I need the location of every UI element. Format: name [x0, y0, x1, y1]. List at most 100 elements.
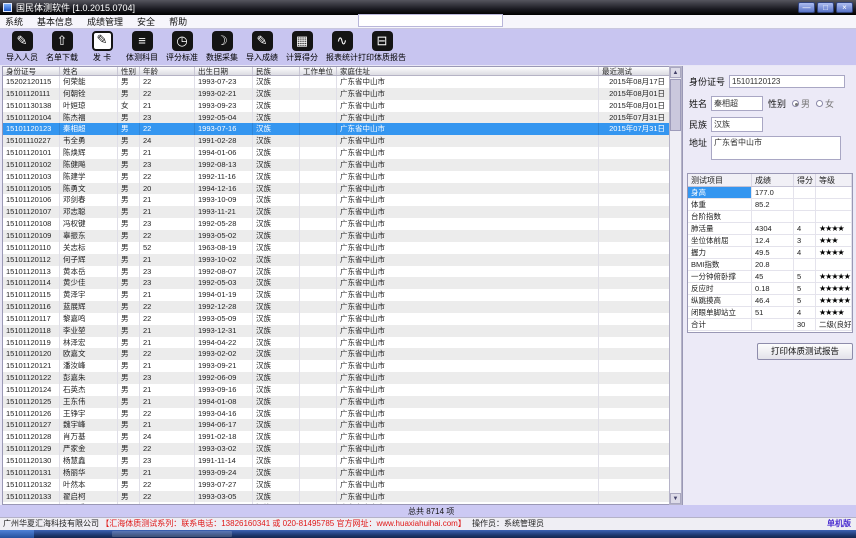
id-field[interactable]: 15101120123 [729, 75, 845, 88]
scrollbar-thumb[interactable] [670, 79, 681, 131]
table-row[interactable]: 15101120122彭嘉朱男231992-06-09汉族广东省中山市 [3, 372, 681, 384]
result-cell: 4304 [752, 223, 794, 234]
result-row[interactable]: 一分钟俯卧撑455★★★★★ [688, 271, 852, 283]
table-row[interactable]: 15101120115黄泽宇男211994-01-19汉族广东省中山市 [3, 289, 681, 301]
start-button[interactable] [0, 530, 34, 538]
toolbar-button-2[interactable]: ⇧名单下载 [42, 31, 82, 64]
result-row[interactable]: 肺活量43044★★★★ [688, 223, 852, 235]
menu-item-帮助[interactable]: 帮助 [169, 15, 187, 28]
title-bar[interactable]: 国民体测软件 [1.0.2015.0704] — □ × [0, 0, 856, 15]
column-header-9[interactable]: 最近测试 [599, 67, 671, 75]
table-row[interactable]: 15101120121潘汝峰男211993-09-21汉族广东省中山市 [3, 360, 681, 372]
name-field[interactable]: 秦相超 [711, 96, 763, 111]
table-cell: 22 [140, 443, 195, 455]
table-row[interactable]: 15101120125王东伟男211994-01-08汉族广东省中山市 [3, 396, 681, 408]
scroll-up-icon[interactable]: ▲ [670, 67, 681, 78]
table-row[interactable]: 15101120107邓志聪男211993-11-21汉族广东省中山市 [3, 206, 681, 218]
result-row[interactable]: BMI指数20.8 [688, 259, 852, 271]
result-row[interactable]: 纵跳摸高46.45★★★★★ [688, 295, 852, 307]
table-row[interactable]: 15202120115何荣能男221993-07-23汉族广东省中山市2015年… [3, 76, 681, 88]
table-row[interactable]: 15101120111何朝铨男221993-02-21汉族广东省中山市2015年… [3, 88, 681, 100]
menu-item-系统[interactable]: 系统 [5, 15, 23, 28]
table-row[interactable]: 15101120105陈勇文男201994-12-16汉族广东省中山市 [3, 183, 681, 195]
table-row[interactable]: 15101120108冯权键男231992-05-28汉族广东省中山市 [3, 218, 681, 230]
column-header-7[interactable]: 工作单位 [300, 67, 337, 75]
table-row[interactable]: 15101130138叶姮琼女211993-09-23汉族广东省中山市2015年… [3, 100, 681, 112]
ethnic-field[interactable]: 汉族 [711, 117, 763, 132]
print-test-report-button[interactable]: 打印体质测试报告 [757, 343, 853, 360]
column-header-1[interactable]: 身份证号 [3, 67, 60, 75]
result-row[interactable]: 身高177.0 [688, 187, 852, 199]
result-row[interactable]: 反应时0.185★★★★★ [688, 283, 852, 295]
table-row[interactable]: 15101120126王铮宇男221993-04-16汉族广东省中山市 [3, 408, 681, 420]
menu-item-成绩管理[interactable]: 成绩管理 [87, 15, 123, 28]
table-row[interactable]: 15101120114黄少佳男231992-05-03汉族广东省中山市 [3, 277, 681, 289]
toolbar-button-7[interactable]: ✎导入成绩 [242, 31, 282, 64]
table-row[interactable]: 15101120131杨丽华男211993-09-24汉族广东省中山市 [3, 467, 681, 479]
table-row[interactable]: 15101120102陈健飚男231992-08-13汉族广东省中山市 [3, 159, 681, 171]
table-row[interactable]: 15101120112何子辉男211993-10-02汉族广东省中山市 [3, 254, 681, 266]
table-row[interactable]: 15101120103陈建学男221992-11-16汉族广东省中山市 [3, 171, 681, 183]
column-header-8[interactable]: 家庭住址 [337, 67, 599, 75]
toolbar-button-10[interactable]: ⊟打印体质报告 [362, 31, 402, 64]
toolbar-button-5[interactable]: ◷评分标准 [162, 31, 202, 64]
column-header-4[interactable]: 年龄 [140, 67, 195, 75]
result-row[interactable]: 台阶指数 [688, 211, 852, 223]
table-cell [300, 479, 337, 491]
table-cell: 52 [140, 242, 195, 254]
table-cell: 男 [118, 313, 140, 325]
taskbar-items[interactable] [112, 531, 232, 537]
search-input[interactable] [358, 14, 503, 27]
column-header-6[interactable]: 民族 [253, 67, 300, 75]
table-cell: 汉族 [253, 455, 300, 467]
table-row[interactable]: 15101120117黎嘉鸣男221993-05-09汉族广东省中山市 [3, 313, 681, 325]
toolbar-button-1[interactable]: ✎导入人员 [2, 31, 42, 64]
table-row[interactable]: 15101120110关志标男521963-08-19汉族广东省中山市 [3, 242, 681, 254]
toolbar-button-8[interactable]: ▦计算得分 [282, 31, 322, 64]
column-header-2[interactable]: 姓名 [60, 67, 118, 75]
address-field[interactable]: 广东省中山市 [711, 136, 841, 160]
table-row[interactable]: 15101120128肖万基男241991-02-18汉族广东省中山市 [3, 431, 681, 443]
column-header-3[interactable]: 性别 [118, 67, 140, 75]
table-row[interactable]: 15101110227韦全勇男241991-02-28汉族广东省中山市 [3, 135, 681, 147]
table-cell: 广东省中山市 [337, 491, 599, 503]
close-button[interactable]: × [836, 2, 853, 13]
table-row[interactable]: 15101120120欧嘉文男221993-02-02汉族广东省中山市 [3, 348, 681, 360]
menu-item-基本信息[interactable]: 基本信息 [37, 15, 73, 28]
toolbar-button-6[interactable]: ☽数据采集 [202, 31, 242, 64]
table-cell: 1992-08-13 [195, 159, 253, 171]
table-row[interactable]: 15101120124石英杰男211993-09-16汉族广东省中山市 [3, 384, 681, 396]
table-row[interactable]: 15101120133翟启柯男221993-03-05汉族广东省中山市 [3, 491, 681, 503]
minimize-button[interactable]: — [798, 2, 815, 13]
table-row[interactable]: 15101120123秦相超男221993-07-16汉族广东省中山市2015年… [3, 123, 681, 135]
menu-item-安全[interactable]: 安全 [137, 15, 155, 28]
result-row[interactable]: 合计30二级(良好) [688, 319, 852, 331]
table-row[interactable]: 15101120101陈焕辉男211994-01-06汉族广东省中山市 [3, 147, 681, 159]
result-row[interactable]: 握力49.54★★★★ [688, 247, 852, 259]
table-scrollbar[interactable]: ▲ ▼ [669, 66, 682, 505]
table-row[interactable]: 15101120106邓剑春男211993-10-09汉族广东省中山市 [3, 194, 681, 206]
toolbar-button-4[interactable]: ≡体测科目 [122, 31, 162, 64]
result-cell: 坐位体前屈 [688, 235, 752, 246]
scroll-down-icon[interactable]: ▼ [670, 493, 681, 504]
table-row[interactable]: 15101120109辜振东男221993-05-02汉族广东省中山市 [3, 230, 681, 242]
table-row[interactable]: 15101120130杨慧鑫男231991-11-14汉族广东省中山市 [3, 455, 681, 467]
result-row[interactable]: 闭眼单脚站立514★★★★ [688, 307, 852, 319]
result-row[interactable]: 坐位体前屈12.43★★★ [688, 235, 852, 247]
table-row[interactable]: 15101120129严家金男221993-03-02汉族广东省中山市 [3, 443, 681, 455]
table-row[interactable]: 15101120118李业堃男211993-12-31汉族广东省中山市 [3, 325, 681, 337]
result-row[interactable]: 体重85.2 [688, 199, 852, 211]
table-row[interactable]: 15101120132叶然本男221993-07-27汉族广东省中山市 [3, 479, 681, 491]
toolbar-button-3[interactable]: ✎发 卡 [82, 31, 122, 64]
gender-female-radio[interactable] [816, 100, 823, 107]
column-header-5[interactable]: 出生日期 [195, 67, 253, 75]
table-row[interactable]: 15101120116蓝展辉男221992-12-28汉族广东省中山市 [3, 301, 681, 313]
toolbar-button-9[interactable]: ∿报表统计 [322, 31, 362, 64]
taskbar[interactable] [0, 530, 856, 538]
gender-male-radio[interactable] [792, 100, 799, 107]
table-row[interactable]: 15101120113黄本岳男231992-08-07汉族广东省中山市 [3, 266, 681, 278]
table-row[interactable]: 15101120127魏宇峰男211994-06-17汉族广东省中山市 [3, 419, 681, 431]
table-row[interactable]: 15101120104陈杰福男231992-05-04汉族广东省中山市2015年… [3, 112, 681, 124]
maximize-button[interactable]: □ [817, 2, 834, 13]
table-row[interactable]: 15101120119林泽宏男211994-04-22汉族广东省中山市 [3, 337, 681, 349]
